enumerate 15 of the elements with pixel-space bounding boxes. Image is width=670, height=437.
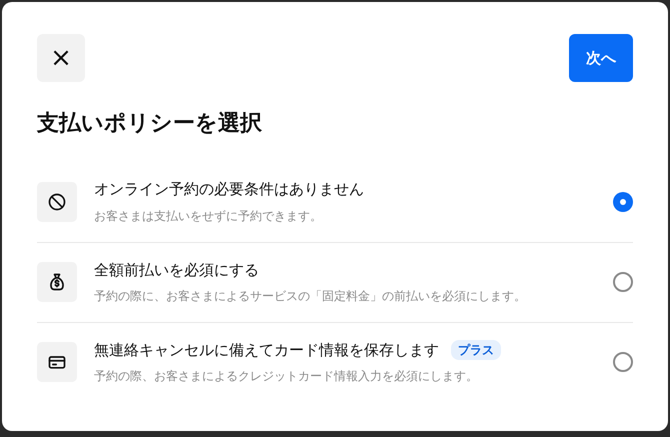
plus-tag: プラス: [451, 340, 501, 360]
option-description: 予約の際、お客さまによるクレジットカード情報入力を必須にします。: [94, 368, 479, 386]
option-description: 予約の際に、お客さまによるサービスの「固定料金」の前払いを必須にします。: [94, 288, 527, 306]
next-button[interactable]: 次へ: [569, 34, 633, 82]
prohibited-icon: [47, 192, 67, 212]
option-title: 無連絡キャンセルに備えてカード情報を保存します: [94, 340, 439, 361]
close-button[interactable]: ×: [37, 34, 85, 82]
dialog-title: 支払いポリシーを選択: [37, 110, 263, 138]
radio-button[interactable]: [613, 192, 633, 212]
option-description: お客さまは支払いをせずに予約できます。: [94, 208, 323, 225]
radio-button[interactable]: [613, 352, 633, 372]
radio-button[interactable]: [613, 272, 633, 292]
money-bag-icon: [47, 272, 67, 292]
option-title: オンライン予約の必要条件はありません: [94, 179, 364, 200]
option-title: 全額前払いを必須にする: [94, 260, 259, 281]
